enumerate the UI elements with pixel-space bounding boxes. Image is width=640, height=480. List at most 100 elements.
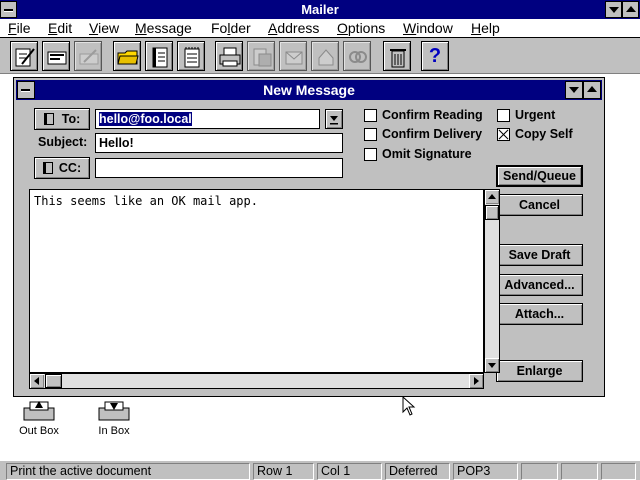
open-folder-icon (117, 50, 139, 65)
open-folder-button[interactable] (113, 41, 141, 71)
help-icon: ? (428, 45, 442, 67)
compose-icon (15, 48, 35, 67)
inbox-shortcut[interactable]: In Box (84, 398, 144, 437)
status-row: Row 1 (253, 463, 314, 480)
maximize-button[interactable] (622, 1, 639, 18)
status-bar: Print the active document Row 1 Col 1 De… (0, 460, 640, 480)
forward-icon (79, 49, 99, 65)
app-title: Mailer (301, 2, 339, 17)
trash-icon (390, 49, 406, 68)
vertical-scrollbar[interactable] (484, 189, 500, 373)
window-title-bar[interactable]: New Message (16, 80, 602, 100)
enlarge-button[interactable]: Enlarge (496, 360, 583, 382)
status-mode: Deferred (385, 463, 450, 480)
reply-button[interactable] (42, 41, 70, 71)
subject-field[interactable]: Hello! (95, 133, 343, 153)
send-queue-button[interactable]: Send/Queue (496, 165, 583, 187)
urgent-checkbox[interactable] (497, 109, 510, 122)
forward-button[interactable] (74, 41, 102, 71)
status-panel-empty-1 (521, 463, 558, 480)
confirm-delivery-label[interactable]: Confirm Delivery (382, 127, 482, 141)
subject-label: Subject: (38, 135, 88, 149)
send-receive-icon (285, 51, 303, 65)
scroll-down-button[interactable] (485, 358, 499, 372)
mailbox-icon (318, 49, 334, 66)
status-message: Print the active document (6, 463, 250, 480)
copy-self-checkbox[interactable] (497, 128, 510, 141)
omit-signature-label[interactable]: Omit Signature (382, 147, 472, 161)
menu-view[interactable]: View (89, 19, 119, 37)
app-title-bar[interactable]: Mailer (0, 0, 640, 19)
address-book-icon (42, 162, 53, 174)
down-arrow-icon (488, 363, 496, 368)
mailbox-button[interactable] (311, 41, 339, 71)
notepad-button[interactable] (177, 41, 205, 71)
menu-help[interactable]: Help (471, 19, 500, 37)
menu-window[interactable]: Window (403, 19, 453, 37)
status-protocol: POP3 (453, 463, 518, 480)
address-book-icon (152, 47, 168, 68)
notepad-icon (184, 47, 200, 68)
mouse-cursor-icon (402, 396, 416, 416)
status-col: Col 1 (317, 463, 382, 480)
left-arrow-icon (34, 377, 39, 385)
down-arrow-icon (330, 116, 338, 125)
scroll-up-button[interactable] (485, 190, 499, 204)
print-button[interactable] (215, 41, 243, 71)
outbox-icon (23, 401, 55, 421)
window-maximize-button[interactable] (583, 81, 601, 99)
save-draft-button[interactable]: Save Draft (496, 244, 583, 266)
menu-bar: File Edit View Message Folder Address Op… (0, 19, 640, 38)
attach-icon (349, 51, 367, 63)
system-menu-button[interactable] (0, 1, 17, 18)
new-message-window: New Message To: hello@foo.local Subject:… (13, 77, 605, 397)
to-field[interactable]: hello@foo.local (95, 109, 320, 129)
window-system-menu[interactable] (17, 81, 35, 99)
compose-button[interactable] (10, 41, 38, 71)
message-body[interactable]: This seems like an OK mail app. (29, 189, 484, 373)
help-button[interactable]: ? (421, 41, 449, 71)
up-arrow-icon (488, 194, 496, 199)
move-button[interactable] (247, 41, 275, 71)
address-book-icon (43, 113, 54, 125)
status-panel-empty-2 (561, 463, 598, 480)
to-dropdown-button[interactable] (325, 109, 343, 129)
vertical-scroll-thumb[interactable] (485, 205, 499, 220)
cc-field[interactable] (95, 158, 343, 178)
advanced-button[interactable]: Advanced... (496, 274, 583, 296)
scroll-left-button[interactable] (30, 374, 44, 388)
toolbar: ? (0, 38, 640, 74)
address-book-button[interactable] (145, 41, 173, 71)
copy-self-label[interactable]: Copy Self (515, 127, 573, 141)
inbox-icon (98, 401, 130, 421)
menu-file[interactable]: File (8, 19, 31, 37)
outbox-shortcut[interactable]: Out Box (9, 398, 69, 437)
urgent-label[interactable]: Urgent (515, 108, 555, 122)
menu-message[interactable]: Message (135, 19, 192, 37)
horizontal-scroll-thumb[interactable] (45, 374, 62, 388)
attach-button[interactable]: Attach... (496, 303, 583, 325)
confirm-reading-checkbox[interactable] (364, 109, 377, 122)
menu-folder[interactable]: Folder (211, 19, 251, 37)
minimize-button[interactable] (605, 1, 622, 18)
confirm-delivery-checkbox[interactable] (364, 128, 377, 141)
menu-address[interactable]: Address (268, 19, 319, 37)
menu-options[interactable]: Options (337, 19, 385, 37)
send-receive-button[interactable] (279, 41, 307, 71)
horizontal-scrollbar[interactable] (29, 373, 484, 389)
right-arrow-icon (474, 377, 479, 385)
window-minimize-button[interactable] (565, 81, 583, 99)
move-icon (253, 48, 272, 67)
to-button[interactable]: To: (34, 108, 90, 130)
reply-icon (47, 51, 67, 65)
confirm-reading-label[interactable]: Confirm Reading (382, 108, 483, 122)
attach-button[interactable] (343, 41, 371, 71)
status-panel-empty-3 (601, 463, 636, 480)
cc-button[interactable]: CC: (34, 157, 90, 179)
scroll-right-button[interactable] (469, 374, 483, 388)
cancel-button[interactable]: Cancel (496, 194, 583, 216)
menu-edit[interactable]: Edit (48, 19, 72, 37)
window-title: New Message (263, 82, 355, 98)
omit-signature-checkbox[interactable] (364, 148, 377, 161)
trash-button[interactable] (383, 41, 411, 71)
